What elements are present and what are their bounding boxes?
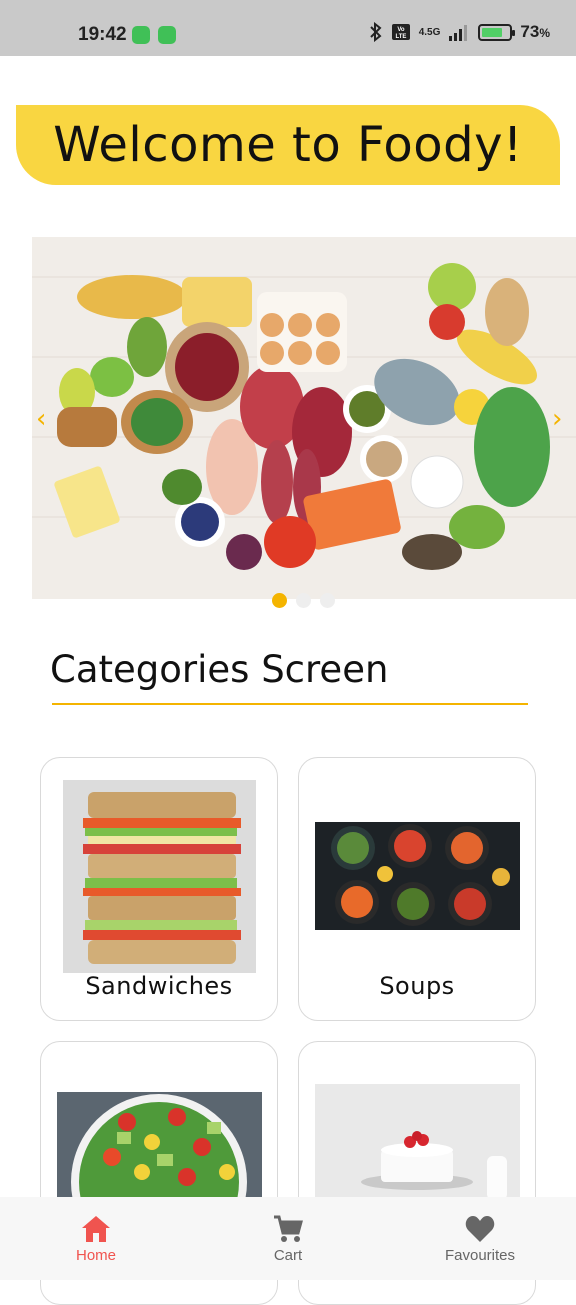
nav-cart[interactable]: Cart [192, 1197, 384, 1280]
battery-icon [478, 23, 516, 41]
category-card-soups[interactable]: Soups [298, 757, 536, 1021]
section-title: Categories Screen [50, 648, 389, 691]
welcome-banner: Welcome to Foody! [16, 105, 560, 185]
category-label: Soups [379, 972, 455, 1000]
nav-favourites[interactable]: Favourites [384, 1197, 576, 1280]
carousel-indicator [272, 593, 335, 608]
app-notification-icon [132, 26, 150, 44]
svg-text:Vo: Vo [397, 27, 405, 33]
category-card-sandwiches[interactable]: Sandwiches [40, 757, 278, 1021]
carousel-dot[interactable] [272, 593, 287, 608]
cake-photo [315, 1084, 520, 1200]
status-bar: 19:42 Vo LTE 4.5G 73% [0, 0, 576, 56]
status-indicators: Vo LTE 4.5G 73% [369, 22, 550, 42]
cart-icon [274, 1215, 303, 1242]
nav-cart-label: Cart [273, 1246, 303, 1264]
groceries-photo [32, 237, 576, 599]
home-icon [82, 1215, 110, 1242]
bottom-navigation: Home Cart Favourites [0, 1197, 576, 1280]
nav-home-label: Home [75, 1246, 116, 1264]
volte-icon: VoLTE [391, 24, 410, 40]
svg-text:LTE: LTE [395, 34, 406, 40]
signal-icon [449, 25, 468, 41]
nav-favourites-label: Favourites [444, 1246, 516, 1264]
app-notification-icon [158, 26, 176, 44]
carousel-dot[interactable] [296, 593, 311, 608]
carousel-dot[interactable] [320, 593, 335, 608]
status-time: 19:42 [78, 24, 127, 45]
network-type: 4.5G [418, 26, 441, 38]
heart-icon [465, 1215, 495, 1242]
bluetooth-icon [370, 22, 382, 42]
category-label: Sandwiches [85, 972, 233, 1000]
section-divider [52, 703, 528, 705]
page-title: Welcome to Foody! [53, 117, 523, 173]
sandwich-photo [63, 780, 256, 973]
battery-percent: 73% [520, 22, 550, 41]
soups-photo [315, 822, 520, 930]
carousel-next-icon[interactable]: › [552, 404, 562, 434]
carousel-prev-icon[interactable]: ‹ [36, 404, 46, 434]
hero-carousel[interactable] [32, 237, 576, 599]
salad-photo [57, 1092, 262, 1200]
nav-home[interactable]: Home [0, 1197, 192, 1280]
